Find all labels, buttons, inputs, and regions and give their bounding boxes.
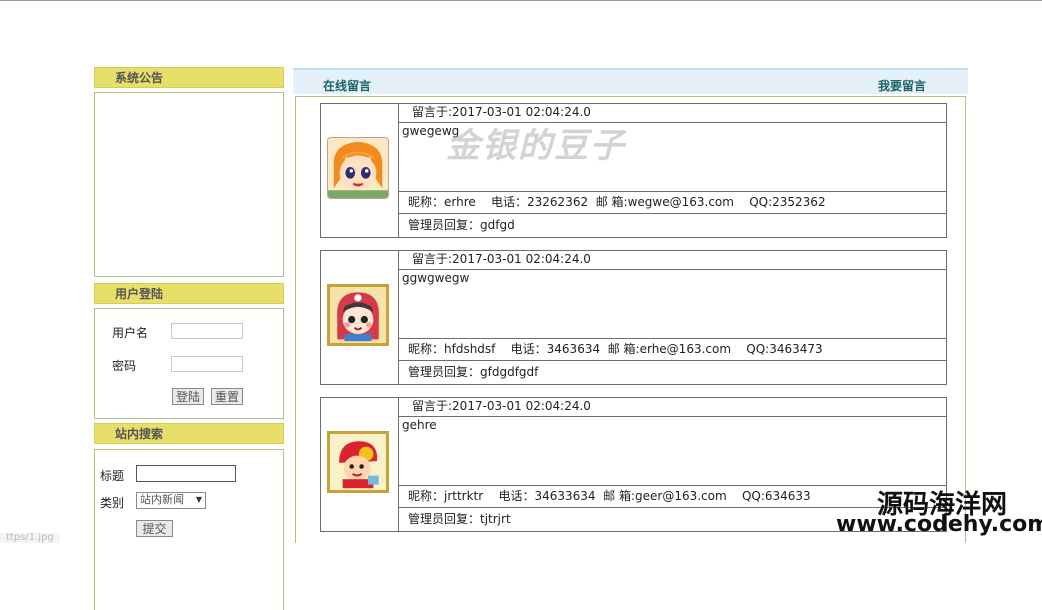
notice-header: 系统公告 [94,67,284,88]
message-time: 留言于:2017-03-01 02:04:24.0 [398,251,946,270]
watermark-text: 金银的豆子 [446,126,626,166]
cartoon-kid-avatar-icon [327,431,389,493]
category-select[interactable]: 站内新闻 ▼ [136,492,206,509]
notice-title: 系统公告 [115,71,164,85]
search-panel: 标题 类别 站内新闻 ▼ 提交 [94,449,284,610]
search-header: 站内搜索 [94,423,284,444]
message-content: ggwgwegw [402,271,470,285]
message-author-info: 昵称：hfdshdsf 电话：3463634 邮 箱:erhe@163.com … [398,338,946,361]
site-watermark-url: www.codehy.com [836,512,1042,537]
avatar-cell [321,104,399,237]
password-input[interactable] [171,356,243,372]
search-title-label: 标题 [100,469,125,483]
cartoon-red-hood-avatar-icon [327,284,389,346]
message-list: 留言于:2017-03-01 02:04:24.0 gwegewg 昵称：erh… [295,96,966,543]
admin-reply: 管理员回复：gdfgd [408,218,515,232]
login-title: 用户登陆 [115,287,164,301]
login-header: 用户登陆 [94,283,284,304]
search-title: 站内搜索 [115,427,164,441]
username-label: 用户名 [112,326,149,340]
avatar-cell [321,398,399,531]
login-panel: 用户名 密码 登陆 重置 [94,308,284,419]
status-bar-url: ttps/1.jpg [0,533,60,543]
message-author-info: 昵称：jrttrktr 电话：34633634 邮 箱:geer@163.com… [398,485,946,508]
window-top-border [0,0,1042,1]
chevron-down-icon: ▼ [195,495,202,504]
reset-button[interactable]: 重置 [211,388,244,405]
search-title-input[interactable] [136,465,236,482]
search-category-label: 类别 [100,496,125,510]
message-content: gehre [402,418,437,432]
guestbook-area: 在线留言 我要留言 留言于:2017-03-01 02:04:24.0 gweg… [293,68,968,543]
category-selected-value: 站内新闻 [140,493,184,506]
cartoon-girl-avatar-icon [327,137,389,199]
write-message-link[interactable]: 我要留言 [878,77,926,94]
login-button[interactable]: 登陆 [172,388,205,405]
password-label: 密码 [112,359,137,373]
message-time: 留言于:2017-03-01 02:04:24.0 [398,398,946,417]
guestbook-header: 在线留言 我要留言 [293,68,968,94]
avatar-cell [321,251,399,384]
message-item: 留言于:2017-03-01 02:04:24.0 ggwgwegw 昵称：hf… [320,250,947,385]
search-submit-button[interactable]: 提交 [136,520,173,537]
notice-panel [94,92,284,277]
message-item: 留言于:2017-03-01 02:04:24.0 gwegewg 昵称：erh… [320,103,947,238]
admin-reply: 管理员回复：gfdgdfgdf [408,365,539,379]
sidebar: 系统公告 用户登陆 用户名 密码 登陆 重置 站内搜索 标题 类别 站内新闻 ▼… [94,67,284,610]
guestbook-title: 在线留言 [323,79,372,93]
message-author-info: 昵称：erhre 电话：23262362 邮 箱:wegwe@163.com Q… [398,191,946,214]
username-input[interactable] [171,323,243,339]
